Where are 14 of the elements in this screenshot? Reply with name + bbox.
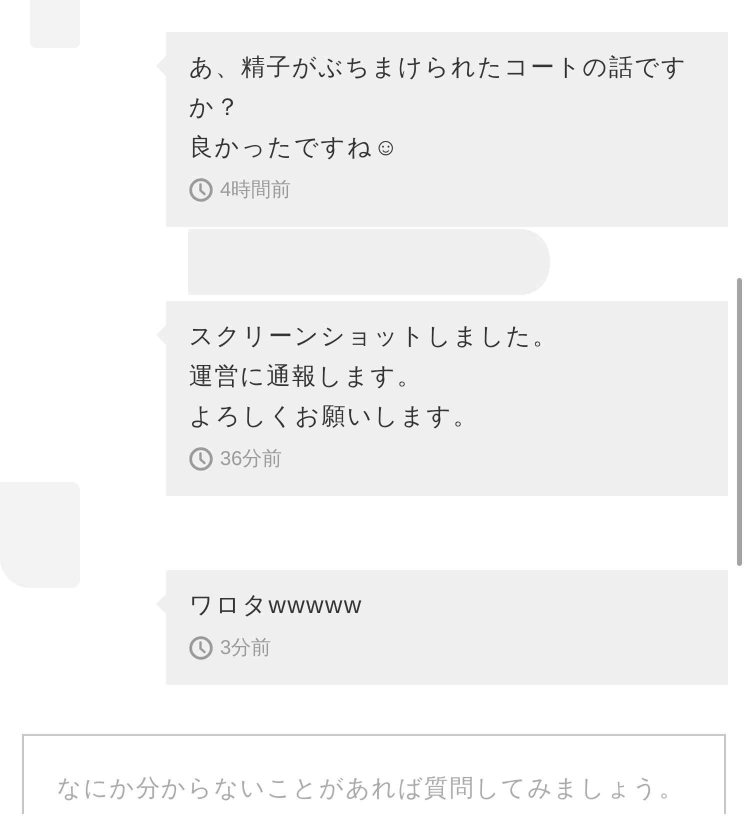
message-line: ワロタwwwww: [189, 591, 364, 621]
scrollbar-thumb[interactable]: [737, 278, 742, 566]
question-input-field[interactable]: なにか分からないことがあれば質問してみましょう。: [22, 734, 726, 814]
clock-icon: [189, 178, 213, 202]
timestamp: 4時間前: [220, 178, 292, 203]
clock-icon: [189, 447, 213, 471]
timestamp: 36分前: [220, 447, 282, 472]
message-line: よろしくお願いします。: [189, 402, 480, 432]
message-line: 運営に通報します。: [189, 362, 424, 392]
clock-icon: [189, 636, 213, 660]
message-line: あ、精子がぶちまけられたコートの話ですか？: [189, 53, 688, 123]
message-line: スクリーンショットしました。: [189, 322, 559, 352]
message-line: 良かったですね☺: [189, 133, 401, 163]
timestamp: 3分前: [220, 636, 272, 661]
